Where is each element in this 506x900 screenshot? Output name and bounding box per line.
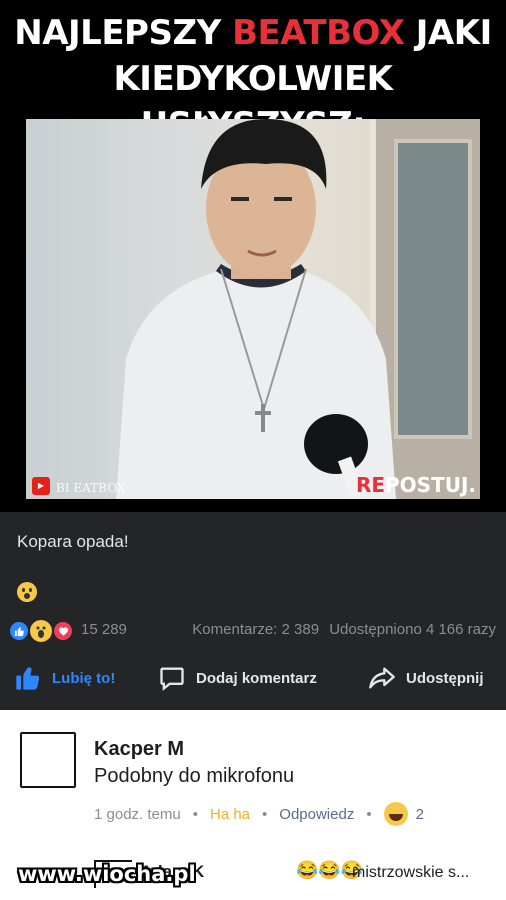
separator-dot: • xyxy=(192,805,198,823)
haha-button[interactable]: Ha ha xyxy=(210,806,250,823)
avatar[interactable] xyxy=(20,732,76,788)
headline-part1: NAJLEPSZY xyxy=(14,13,221,53)
comment-button-label: Dodaj komentarz xyxy=(196,669,317,687)
headline-red-word: BEATBOX xyxy=(232,13,405,53)
like-reaction-icon xyxy=(8,620,30,642)
reaction-icons[interactable] xyxy=(8,618,88,644)
meme-header: NAJLEPSZY BEATBOX JAKI KIEDYKOLWIEK USŁY… xyxy=(0,0,506,512)
person-illustration xyxy=(116,119,396,499)
post-stats: Komentarze: 2 389 Udostępniono 4 166 raz… xyxy=(192,621,496,638)
separator-dot: • xyxy=(262,805,268,823)
headline-part2: JAKI xyxy=(415,13,492,53)
repostuj-logo: REPOSTUJ. xyxy=(355,473,476,497)
comment-text: Podobny do mikrofonu xyxy=(94,765,295,787)
comments-count[interactable]: Komentarze: 2 389 xyxy=(192,621,319,638)
reply-button[interactable]: Odpowiedz xyxy=(279,806,354,823)
comment-button[interactable]: Dodaj komentarz xyxy=(158,660,317,696)
laughing-face-icon[interactable] xyxy=(383,802,408,826)
next-comment-preview[interactable]: mistrzowskie s... xyxy=(352,864,469,882)
comment-time[interactable]: 1 godz. temu xyxy=(94,806,181,823)
channel-watermark: BI EATBOX xyxy=(56,481,126,495)
share-arrow-icon xyxy=(369,667,395,689)
post-text: Kopara opada! xyxy=(17,532,129,551)
share-button[interactable]: Udostępnij xyxy=(368,660,484,696)
youtube-icon: ▶ xyxy=(32,477,50,495)
facebook-post-panel: Kopara opada! 15 289 Komentarze: 2 389 U… xyxy=(0,512,506,710)
share-button-label: Udostępnij xyxy=(406,669,484,687)
like-button[interactable]: Lubię to! xyxy=(14,660,115,696)
shares-count[interactable]: Udostępniono 4 166 razy xyxy=(329,621,496,638)
astonished-face-icon xyxy=(17,582,37,602)
comment-author[interactable]: Kacper M xyxy=(94,738,184,761)
comment-reaction-count[interactable]: 2 xyxy=(416,806,424,823)
thumbs-up-icon xyxy=(16,667,40,690)
speech-bubble-icon xyxy=(160,667,184,691)
like-button-label: Lubię to! xyxy=(52,669,116,687)
comment-meta: 1 godz. temu • Ha ha • Odpowiedz • 2 xyxy=(94,802,424,826)
site-watermark: www.wiocha.pl xyxy=(18,862,196,886)
wow-reaction-icon xyxy=(28,618,54,644)
reaction-count[interactable]: 15 289 xyxy=(81,621,127,638)
separator-dot: • xyxy=(366,805,372,823)
video-thumbnail[interactable]: ▶ BI EATBOX REPOSTUJ. xyxy=(26,119,480,499)
post-actions: Lubię to! Dodaj komentarz Udostępnij xyxy=(0,660,506,696)
love-reaction-icon xyxy=(52,620,74,642)
